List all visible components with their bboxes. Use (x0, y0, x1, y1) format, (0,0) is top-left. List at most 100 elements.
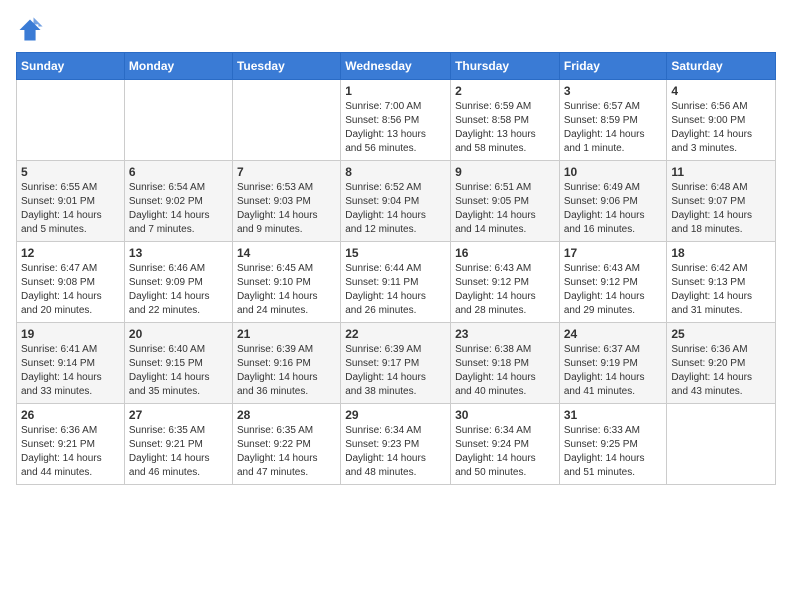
day-info: Sunrise: 6:35 AMSunset: 9:22 PMDaylight:… (237, 424, 336, 480)
col-header-thursday: Thursday (451, 53, 560, 80)
day-info: Sunrise: 6:44 AMSunset: 9:11 PMDaylight:… (345, 262, 446, 318)
day-number: 11 (671, 165, 771, 179)
day-info: Sunrise: 6:55 AMSunset: 9:01 PMDaylight:… (21, 181, 120, 237)
day-number: 19 (21, 327, 120, 341)
day-cell: 11Sunrise: 6:48 AMSunset: 9:07 PMDayligh… (667, 161, 776, 242)
day-number: 8 (345, 165, 446, 179)
day-number: 18 (671, 246, 771, 260)
day-cell: 19 Sunrise: 6:41 AMSunset: 9:14 PMDayligh… (17, 323, 125, 404)
day-info: Sunrise: 6:54 AMSunset: 9:02 PMDaylight:… (129, 181, 228, 237)
day-number: 9 (455, 165, 555, 179)
day-info: Sunrise: 6:36 AMSunset: 9:21 PMDaylight:… (21, 424, 120, 480)
day-cell: 15Sunrise: 6:44 AMSunset: 9:11 PMDayligh… (341, 242, 451, 323)
day-number: 1 (345, 84, 446, 98)
day-info: Sunrise: 6:47 AMSunset: 9:08 PMDaylight:… (21, 262, 120, 318)
page-header (16, 16, 776, 44)
day-cell: 4 Sunrise: 6:56 AMSunset: 9:00 PMDaylight… (667, 80, 776, 161)
day-info: Sunrise: 6:34 AMSunset: 9:23 PMDaylight:… (345, 424, 446, 480)
col-header-wednesday: Wednesday (341, 53, 451, 80)
day-cell (232, 80, 340, 161)
day-info: Sunrise: 6:53 AMSunset: 9:03 PMDaylight:… (237, 181, 336, 237)
day-number: 25 (671, 327, 771, 341)
day-number: 24 (564, 327, 663, 341)
week-row-1: 1 Sunrise: 7:00 AMSunset: 8:56 PMDaylight… (17, 80, 776, 161)
day-number: 20 (129, 327, 228, 341)
day-cell: 24 Sunrise: 6:37 AMSunset: 9:19 PMDayligh… (559, 323, 667, 404)
day-cell: 20Sunrise: 6:40 AMSunset: 9:15 PMDayligh… (124, 323, 232, 404)
day-number: 30 (455, 408, 555, 422)
day-cell: 2 Sunrise: 6:59 AMSunset: 8:58 PMDaylight… (451, 80, 560, 161)
day-number: 22 (345, 327, 446, 341)
day-cell (667, 404, 776, 485)
day-number: 27 (129, 408, 228, 422)
day-info: Sunrise: 6:42 AMSunset: 9:13 PMDaylight:… (671, 262, 771, 318)
logo-icon (16, 16, 44, 44)
day-info: Sunrise: 6:56 AMSunset: 9:00 PMDaylight:… (671, 100, 771, 156)
day-number: 5 (21, 165, 120, 179)
day-cell: 5 Sunrise: 6:55 AMSunset: 9:01 PMDaylight… (17, 161, 125, 242)
day-number: 23 (455, 327, 555, 341)
day-cell: 13Sunrise: 6:46 AMSunset: 9:09 PMDayligh… (124, 242, 232, 323)
day-info: Sunrise: 6:59 AMSunset: 8:58 PMDaylight:… (455, 100, 555, 156)
day-info: Sunrise: 6:45 AMSunset: 9:10 PMDaylight:… (237, 262, 336, 318)
calendar-table: SundayMondayTuesdayWednesdayThursdayFrid… (16, 52, 776, 485)
day-info: Sunrise: 6:39 AMSunset: 9:17 PMDaylight:… (345, 343, 446, 399)
day-info: Sunrise: 6:43 AMSunset: 9:12 PMDaylight:… (564, 262, 663, 318)
day-cell: 26 Sunrise: 6:36 AMSunset: 9:21 PMDayligh… (17, 404, 125, 485)
day-number: 3 (564, 84, 663, 98)
day-cell: 7Sunrise: 6:53 AMSunset: 9:03 PMDaylight… (232, 161, 340, 242)
day-cell: 1 Sunrise: 7:00 AMSunset: 8:56 PMDaylight… (341, 80, 451, 161)
col-header-tuesday: Tuesday (232, 53, 340, 80)
day-info: Sunrise: 6:57 AMSunset: 8:59 PMDaylight:… (564, 100, 663, 156)
day-info: Sunrise: 6:38 AMSunset: 9:18 PMDaylight:… (455, 343, 555, 399)
day-cell: 30Sunrise: 6:34 AMSunset: 9:24 PMDayligh… (451, 404, 560, 485)
day-cell (124, 80, 232, 161)
day-cell: 29Sunrise: 6:34 AMSunset: 9:23 PMDayligh… (341, 404, 451, 485)
day-cell: 6 Sunrise: 6:54 AMSunset: 9:02 PMDaylight… (124, 161, 232, 242)
day-info: Sunrise: 6:41 AMSunset: 9:14 PMDaylight:… (21, 343, 120, 399)
day-number: 26 (21, 408, 120, 422)
day-info: Sunrise: 6:37 AMSunset: 9:19 PMDaylight:… (564, 343, 663, 399)
week-row-5: 26 Sunrise: 6:36 AMSunset: 9:21 PMDayligh… (17, 404, 776, 485)
day-cell: 10 Sunrise: 6:49 AMSunset: 9:06 PMDayligh… (559, 161, 667, 242)
week-row-4: 19 Sunrise: 6:41 AMSunset: 9:14 PMDayligh… (17, 323, 776, 404)
day-info: Sunrise: 6:52 AMSunset: 9:04 PMDaylight:… (345, 181, 446, 237)
day-number: 28 (237, 408, 336, 422)
day-cell (17, 80, 125, 161)
day-info: Sunrise: 6:46 AMSunset: 9:09 PMDaylight:… (129, 262, 228, 318)
day-cell: 23 Sunrise: 6:38 AMSunset: 9:18 PMDayligh… (451, 323, 560, 404)
day-number: 17 (564, 246, 663, 260)
day-info: Sunrise: 7:00 AMSunset: 8:56 PMDaylight:… (345, 100, 446, 156)
day-cell: 16 Sunrise: 6:43 AMSunset: 9:12 PMDayligh… (451, 242, 560, 323)
day-cell: 18 Sunrise: 6:42 AMSunset: 9:13 PMDayligh… (667, 242, 776, 323)
day-cell: 9 Sunrise: 6:51 AMSunset: 9:05 PMDaylight… (451, 161, 560, 242)
day-number: 6 (129, 165, 228, 179)
col-header-saturday: Saturday (667, 53, 776, 80)
week-row-3: 12 Sunrise: 6:47 AMSunset: 9:08 PMDayligh… (17, 242, 776, 323)
day-info: Sunrise: 6:36 AMSunset: 9:20 PMDaylight:… (671, 343, 771, 399)
day-info: Sunrise: 6:35 AMSunset: 9:21 PMDaylight:… (129, 424, 228, 480)
day-info: Sunrise: 6:43 AMSunset: 9:12 PMDaylight:… (455, 262, 555, 318)
day-info: Sunrise: 6:33 AMSunset: 9:25 PMDaylight:… (564, 424, 663, 480)
logo (16, 16, 48, 44)
day-cell: 8 Sunrise: 6:52 AMSunset: 9:04 PMDaylight… (341, 161, 451, 242)
day-number: 12 (21, 246, 120, 260)
day-cell: 27 Sunrise: 6:35 AMSunset: 9:21 PMDayligh… (124, 404, 232, 485)
day-info: Sunrise: 6:39 AMSunset: 9:16 PMDaylight:… (237, 343, 336, 399)
day-cell: 25 Sunrise: 6:36 AMSunset: 9:20 PMDayligh… (667, 323, 776, 404)
day-info: Sunrise: 6:49 AMSunset: 9:06 PMDaylight:… (564, 181, 663, 237)
day-number: 10 (564, 165, 663, 179)
day-info: Sunrise: 6:51 AMSunset: 9:05 PMDaylight:… (455, 181, 555, 237)
day-cell: 21 Sunrise: 6:39 AMSunset: 9:16 PMDayligh… (232, 323, 340, 404)
day-cell: 31 Sunrise: 6:33 AMSunset: 9:25 PMDayligh… (559, 404, 667, 485)
day-number: 31 (564, 408, 663, 422)
day-cell: 14Sunrise: 6:45 AMSunset: 9:10 PMDayligh… (232, 242, 340, 323)
day-number: 4 (671, 84, 771, 98)
day-cell: 22 Sunrise: 6:39 AMSunset: 9:17 PMDayligh… (341, 323, 451, 404)
day-number: 16 (455, 246, 555, 260)
day-cell: 17 Sunrise: 6:43 AMSunset: 9:12 PMDayligh… (559, 242, 667, 323)
day-number: 2 (455, 84, 555, 98)
day-cell: 12 Sunrise: 6:47 AMSunset: 9:08 PMDayligh… (17, 242, 125, 323)
day-number: 21 (237, 327, 336, 341)
col-header-sunday: Sunday (17, 53, 125, 80)
